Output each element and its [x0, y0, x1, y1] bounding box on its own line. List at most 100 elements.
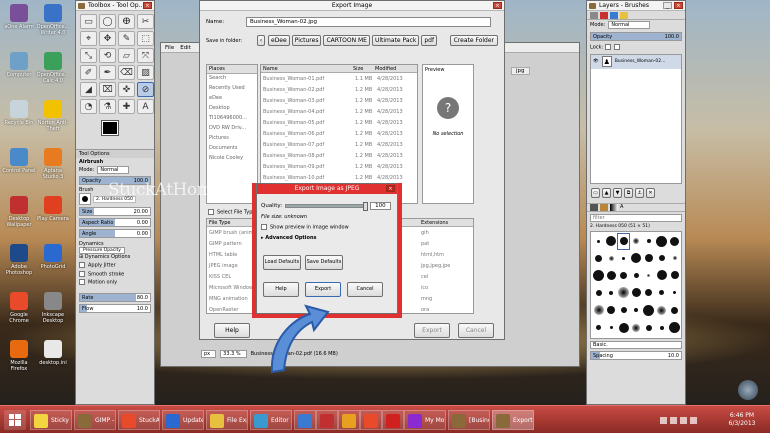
tool-button[interactable]: ⴲ	[118, 14, 135, 29]
quality-slider-handle[interactable]	[363, 202, 369, 211]
save-defaults-button[interactable]: Save Defaults	[305, 254, 343, 270]
minimize-icon[interactable]: _	[663, 2, 672, 9]
brush-swatch[interactable]	[669, 234, 680, 250]
menu-edit[interactable]: Edit	[180, 45, 191, 51]
file-row[interactable]: Business_Woman-02.pdf 1.2 MB 4/28/2013	[261, 84, 417, 95]
desktop-shortcut[interactable]: Aptana Studio 3	[36, 148, 70, 180]
taskbar-button[interactable]: [Busines...	[448, 410, 490, 430]
flow-slider[interactable]: Flow 10.0	[79, 303, 151, 313]
brush-swatch[interactable]	[618, 320, 629, 336]
desktop-shortcut[interactable]: Mozilla Firefox	[2, 340, 36, 372]
brush-swatch[interactable]	[606, 285, 616, 301]
channels-tab-icon[interactable]	[600, 11, 608, 19]
layers-tab-icon[interactable]	[590, 11, 598, 19]
taskbar-button[interactable]: File Expl...	[206, 410, 248, 430]
close-icon[interactable]: ×	[674, 2, 683, 9]
tool-button[interactable]: ⌫	[118, 65, 135, 80]
brush-swatch[interactable]	[606, 268, 616, 284]
brush-tag-select[interactable]: Basic.	[590, 340, 682, 349]
angle-slider[interactable]: Angle 0.00	[79, 229, 151, 238]
breadcrumb-item[interactable]: Ultimate Pack	[371, 35, 420, 46]
brush-swatch[interactable]	[669, 303, 680, 319]
desktop-shortcut[interactable]: Desktop Wallpaper	[2, 196, 36, 228]
breadcrumb-item[interactable]: pdf	[421, 35, 438, 46]
brush-swatch[interactable]	[618, 251, 629, 266]
close-icon[interactable]: ×	[143, 2, 152, 9]
col-size[interactable]: Size	[353, 66, 375, 72]
tool-button[interactable]: ◢	[80, 82, 97, 97]
brush-swatch[interactable]	[631, 268, 641, 284]
close-icon[interactable]: ×	[386, 185, 395, 192]
place-item[interactable]: Pictures	[207, 134, 257, 144]
select-file-type-toggle[interactable]: Select File Type	[208, 209, 255, 216]
name-input[interactable]: Business_Woman-02.jpg	[246, 17, 491, 27]
brush-swatch[interactable]	[593, 303, 604, 319]
taskbar-button[interactable]: GIMP - ...	[74, 410, 116, 430]
brush-swatch[interactable]	[593, 268, 604, 284]
fonts-tab-icon[interactable]: A	[620, 203, 628, 211]
tool-button[interactable]: ⟲	[99, 48, 116, 63]
taskbar-button[interactable]	[360, 410, 382, 430]
col-name[interactable]: Name	[261, 66, 353, 72]
brush-swatch[interactable]	[643, 303, 654, 319]
patterns-tab-icon[interactable]	[600, 203, 608, 211]
duplicate-layer-button[interactable]: ⧉	[624, 187, 633, 198]
place-item[interactable]: DVD RW Driv...	[207, 124, 257, 134]
jpeg-dialog-titlebar[interactable]: Export Image as JPEG ×	[257, 184, 397, 194]
brush-swatch[interactable]	[669, 320, 680, 336]
tool-button[interactable]: ▱	[118, 48, 135, 63]
tool-button[interactable]: ✥	[99, 31, 116, 46]
quality-slider[interactable]	[285, 202, 369, 211]
brush-swatch[interactable]	[631, 303, 641, 319]
brush-swatch[interactable]	[631, 320, 641, 336]
recycle-bin-icon[interactable]	[738, 380, 758, 400]
place-item[interactable]: eDee	[207, 94, 257, 104]
brush-swatch[interactable]	[606, 303, 616, 319]
volume-icon[interactable]	[690, 416, 697, 424]
brush-swatch[interactable]	[643, 285, 654, 301]
image-tab[interactable]: jpg	[511, 67, 530, 75]
unit-select[interactable]: px	[201, 350, 217, 358]
brush-swatch[interactable]	[656, 303, 667, 319]
menu-file[interactable]: File	[165, 45, 174, 51]
brush-swatch[interactable]	[606, 251, 616, 266]
place-item[interactable]: Nicole Cooley	[207, 154, 257, 164]
close-icon[interactable]: ×	[493, 2, 502, 9]
jpeg-help-button[interactable]: Help	[263, 281, 299, 297]
file-row[interactable]: Business_Woman-01.pdf 1.1 MB 4/28/2013	[261, 73, 417, 84]
brush-swatch[interactable]	[593, 251, 604, 266]
brush-swatch[interactable]	[606, 320, 616, 336]
layer-mode-select[interactable]: Normal	[608, 21, 651, 29]
mode-select[interactable]: Normal	[97, 166, 130, 174]
load-defaults-button[interactable]: Load Defaults	[263, 254, 301, 270]
brush-swatch[interactable]	[643, 320, 654, 336]
tool-button[interactable]: ◔	[80, 99, 97, 114]
taskbar-button[interactable]	[338, 410, 360, 430]
brush-swatch[interactable]	[631, 285, 641, 301]
tool-button[interactable]: ⤡	[80, 48, 97, 63]
brush-swatch[interactable]	[643, 268, 654, 284]
tool-button[interactable]: ▨	[137, 65, 154, 80]
desktop-shortcut[interactable]: OpenOffice... Writer 4.0	[36, 4, 70, 36]
file-row[interactable]: Business_Woman-07.pdf 1.2 MB 4/28/2013	[261, 139, 417, 150]
tool-button[interactable]: ⬚	[137, 31, 154, 46]
brush-swatch[interactable]	[643, 251, 654, 266]
desktop-shortcut[interactable]: desktop.ini	[36, 340, 70, 366]
gradients-tab-icon[interactable]	[610, 203, 618, 211]
jpeg-export-button[interactable]: Export	[305, 281, 341, 297]
file-row[interactable]: Business_Woman-03.pdf 1.2 MB 4/28/2013	[261, 95, 417, 106]
zoom-select[interactable]: 33.3 %	[220, 350, 247, 358]
file-row[interactable]: Business_Woman-04.pdf 1.2 MB 4/28/2013	[261, 106, 417, 117]
place-item[interactable]: TI106496000...	[207, 114, 257, 124]
quality-input[interactable]: 100	[370, 202, 391, 210]
tool-button[interactable]: ✒	[99, 65, 116, 80]
delete-layer-button[interactable]: ✕	[646, 187, 655, 198]
new-layer-button[interactable]: ▭	[591, 187, 600, 198]
place-item[interactable]: Search	[207, 74, 257, 84]
tool-button[interactable]: ✜	[118, 82, 135, 97]
tool-button[interactable]: ⤧	[137, 48, 154, 63]
col-modified[interactable]: Modified	[375, 66, 396, 72]
dynamics-options[interactable]: ⊞ Dynamics Options	[76, 253, 154, 261]
show-preview-checkbox[interactable]: Show preview in image window	[257, 222, 397, 233]
brush-swatch[interactable]	[656, 268, 667, 284]
